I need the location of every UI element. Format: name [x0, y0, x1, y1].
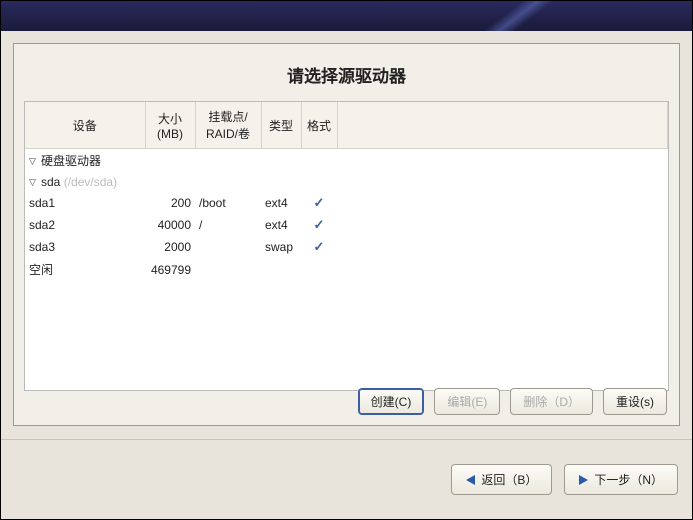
root-label: 硬盘驱动器 — [41, 154, 101, 168]
part-size: 469799 — [145, 258, 195, 281]
disk-row[interactable]: ▽sda (/dev/sda) — [25, 172, 668, 192]
part-mount: / — [195, 214, 261, 236]
part-size: 2000 — [145, 236, 195, 258]
partition-table: 设备 大小 (MB) 挂载点/ RAID/卷 类型 格式 ▽硬盘驱动器 — [25, 102, 668, 281]
arrow-right-icon — [579, 475, 588, 485]
column-headers-row: 设备 大小 (MB) 挂载点/ RAID/卷 类型 格式 — [25, 102, 668, 149]
create-button[interactable]: 创建(C) — [358, 388, 425, 415]
main-area: 请选择源驱动器 设备 大小 (MB) 挂载点/ RAID/卷 类型 格式 — [1, 31, 692, 438]
part-name: sda1 — [25, 192, 145, 214]
part-mount — [195, 236, 261, 258]
part-mount: /boot — [195, 192, 261, 214]
partition-row[interactable]: sda1 200 /boot ext4 ✓ — [25, 192, 668, 214]
col-mount[interactable]: 挂载点/ RAID/卷 — [195, 102, 261, 149]
disk-path: (/dev/sda) — [64, 175, 117, 189]
back-button[interactable]: 返回（B） — [451, 464, 552, 495]
back-label: 返回（B） — [481, 471, 537, 488]
panel-title: 请选择源驱动器 — [14, 44, 679, 101]
delete-button: 删除（D） — [510, 388, 593, 415]
check-icon: ✓ — [314, 217, 325, 232]
title-bar — [1, 1, 692, 31]
part-type: ext4 — [261, 192, 301, 214]
disk-name: sda — [41, 175, 60, 189]
part-size: 200 — [145, 192, 195, 214]
next-button[interactable]: 下一步（N） — [564, 464, 678, 495]
part-size: 40000 — [145, 214, 195, 236]
check-icon: ✓ — [314, 239, 325, 254]
check-icon: ✓ — [314, 195, 325, 210]
part-name: 空闲 — [25, 258, 145, 281]
arrow-left-icon — [466, 475, 475, 485]
next-label: 下一步（N） — [594, 471, 663, 488]
part-mount — [195, 258, 261, 281]
edit-button: 编辑(E) — [434, 388, 500, 415]
part-type — [261, 258, 301, 281]
partition-table-wrap: 设备 大小 (MB) 挂载点/ RAID/卷 类型 格式 ▽硬盘驱动器 — [24, 101, 669, 391]
col-device[interactable]: 设备 — [25, 102, 145, 149]
col-format[interactable]: 格式 — [301, 102, 337, 149]
col-size[interactable]: 大小 (MB) — [145, 102, 195, 149]
part-name: sda2 — [25, 214, 145, 236]
partition-row[interactable]: sda2 40000 / ext4 ✓ — [25, 214, 668, 236]
panel-buttons: 创建(C) 编辑(E) 删除（D） 重设(s) — [358, 388, 667, 415]
expand-toggle-icon[interactable]: ▽ — [29, 177, 39, 188]
expand-toggle-icon[interactable]: ▽ — [29, 156, 39, 167]
col-spacer — [337, 102, 668, 149]
part-name: sda3 — [25, 236, 145, 258]
header-decoration — [418, 1, 605, 31]
part-type: swap — [261, 236, 301, 258]
partition-row[interactable]: 空闲 469799 — [25, 258, 668, 281]
tree-root-row[interactable]: ▽硬盘驱动器 — [25, 149, 668, 173]
part-type: ext4 — [261, 214, 301, 236]
reset-button[interactable]: 重设(s) — [603, 388, 667, 415]
col-type[interactable]: 类型 — [261, 102, 301, 149]
partition-panel: 请选择源驱动器 设备 大小 (MB) 挂载点/ RAID/卷 类型 格式 — [13, 43, 680, 426]
partition-row[interactable]: sda3 2000 swap ✓ — [25, 236, 668, 258]
footer-bar: 返回（B） 下一步（N） — [1, 439, 692, 519]
